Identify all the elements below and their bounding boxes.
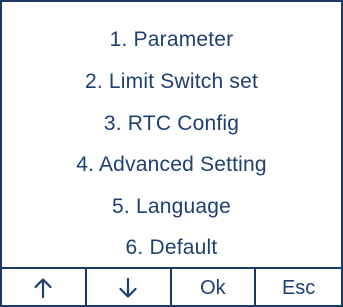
down-button[interactable] <box>87 269 172 307</box>
menu-item-limit-switch-set[interactable]: 2. Limit Switch set <box>2 61 341 103</box>
menu-item-language[interactable]: 5. Language <box>2 186 341 228</box>
up-button[interactable] <box>2 269 87 307</box>
menu-item-parameter[interactable]: 1. Parameter <box>2 19 341 61</box>
menu-item-rtc-config[interactable]: 3. RTC Config <box>2 103 341 145</box>
esc-button[interactable]: Esc <box>256 269 341 307</box>
settings-menu: 1. Parameter 2. Limit Switch set 3. RTC … <box>2 2 341 267</box>
menu-item-advanced-setting[interactable]: 4. Advanced Setting <box>2 144 341 186</box>
ok-button[interactable]: Ok <box>172 269 257 307</box>
softkey-bar: Ok Esc <box>2 267 341 307</box>
menu-screen: 1. Parameter 2. Limit Switch set 3. RTC … <box>0 0 343 307</box>
menu-item-default[interactable]: 6. Default <box>2 227 341 269</box>
arrow-up-icon <box>34 278 52 299</box>
arrow-down-icon <box>119 277 137 298</box>
